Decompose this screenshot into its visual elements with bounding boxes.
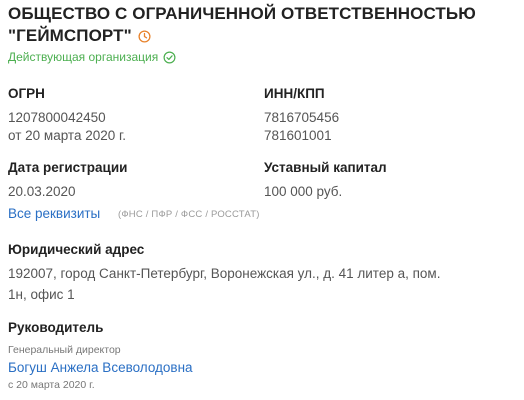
director-name-link[interactable]: Богуш Анжела Всеволодовна [8, 360, 193, 375]
requisites-sources: (ФНС / ПФР / ФСС / РОССТАТ) [118, 209, 260, 220]
status-text: Действующая организация [8, 50, 159, 64]
clock-icon[interactable] [138, 29, 151, 43]
director-label: Руководитель [8, 320, 104, 335]
ogrn-date: от 20 марта 2020 г. [8, 128, 127, 143]
all-requisites-link[interactable]: Все реквизиты [8, 206, 100, 221]
inn-value: 7816705456 [264, 110, 340, 125]
ogrn-label: ОГРН [8, 86, 45, 101]
company-card: ОБЩЕСТВО С ОГРАНИЧЕННОЙ ОТВЕТСТВЕННОСТЬЮ… [0, 0, 524, 400]
check-circle-icon [163, 51, 176, 64]
address-line2: 1н, офис 1 [8, 287, 75, 302]
status-row: Действующая организация [8, 50, 176, 64]
company-title-line2: "ГЕЙМСПОРТ" [8, 26, 132, 45]
director-position: Генеральный директор [8, 344, 121, 356]
capital-value: 100 000 руб. [264, 184, 343, 199]
inn-kpp-label: ИНН/КПП [264, 86, 325, 101]
capital-label: Уставный капитал [264, 160, 387, 175]
address-line1: 192007, город Санкт-Петербург, Воронежск… [8, 266, 441, 281]
company-title-line2-row: "ГЕЙМСПОРТ" [8, 26, 151, 46]
ogrn-value: 1207800042450 [8, 110, 106, 125]
director-since: с 20 марта 2020 г. [8, 379, 95, 391]
address-label: Юридический адрес [8, 242, 145, 257]
company-title-line1: ОБЩЕСТВО С ОГРАНИЧЕННОЙ ОТВЕТСТВЕННОСТЬЮ [8, 4, 476, 23]
registration-label: Дата регистрации [8, 160, 128, 175]
kpp-value: 781601001 [264, 128, 332, 143]
registration-value: 20.03.2020 [8, 184, 76, 199]
